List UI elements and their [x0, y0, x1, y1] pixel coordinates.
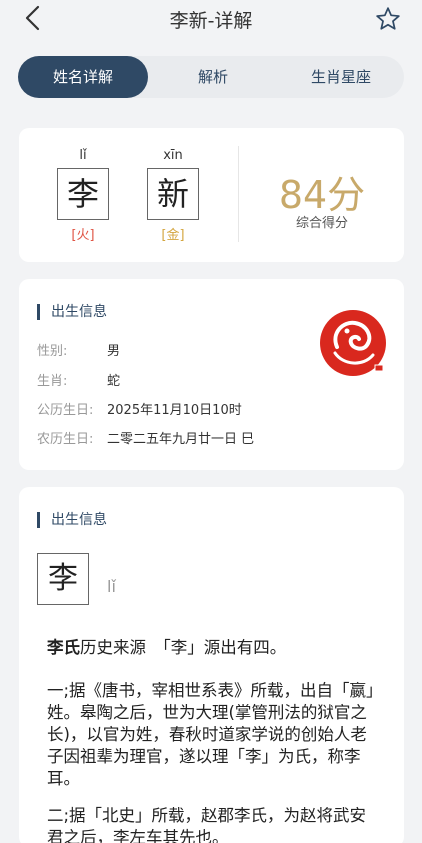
- favorite-button[interactable]: [372, 3, 404, 35]
- info-row-lunar-birthday: 农历生日: 二零二五年九月廿一日 巳: [37, 431, 254, 449]
- snake-zodiac-seal-icon: [320, 310, 386, 376]
- score-label: 综合得分: [295, 216, 348, 231]
- name-char: 李: [57, 168, 109, 220]
- name-char: 新: [147, 168, 199, 220]
- tab-zodiac[interactable]: 生肖星座: [278, 56, 404, 98]
- surname-history-card: 出生信息 李 lǐ 李氏历史来源 「李」源出有四。 一;据《唐书，宰相世系表》所…: [19, 487, 404, 843]
- info-value: 男: [107, 344, 121, 359]
- divider: [238, 146, 239, 242]
- surname-pinyin: lǐ: [107, 577, 116, 596]
- section-title: 出生信息: [37, 303, 107, 321]
- info-label: 公历生日:: [37, 403, 94, 418]
- info-label: 生肖:: [37, 374, 68, 389]
- char-element: [金]: [161, 228, 185, 243]
- tab-bar: 姓名详解 解析 生肖星座: [18, 56, 404, 98]
- info-label: 农历生日:: [37, 432, 94, 447]
- info-label: 性别:: [37, 344, 68, 359]
- char-pinyin: lǐ: [79, 148, 87, 163]
- info-row-gender: 性别: 男: [37, 343, 120, 361]
- surname-char: 李: [37, 553, 89, 605]
- tab-name-details[interactable]: 姓名详解: [18, 56, 148, 98]
- section-title: 出生信息: [37, 511, 107, 529]
- info-value: 二零二五年九月廿一日 巳: [107, 432, 255, 447]
- history-paragraph: 一;据《唐书，宰相世系表》所载，出自「嬴」姓。皋陶之后，世为大理(掌管刑法的狱官…: [47, 681, 375, 788]
- char-element: [火]: [71, 228, 95, 243]
- history-heading: 李氏历史来源 「李」源出有四。: [47, 637, 377, 659]
- page-title: 李新-详解: [169, 10, 253, 32]
- surname-label: 李氏: [47, 638, 80, 657]
- char-pinyin: xīn: [163, 148, 183, 163]
- history-heading-text: 历史来源 「李」源出有四。: [80, 638, 287, 657]
- top-bar: 李新-详解: [0, 0, 422, 38]
- birth-info-card: 出生信息 性别: 男 生肖: 蛇 公历生日: 2025年11月10日10时 农历生日:…: [19, 279, 404, 470]
- tab-analysis[interactable]: 解析: [148, 56, 278, 98]
- total-score: 84分: [278, 173, 366, 217]
- history-paragraph: 二;据「北史」所载，赵郡李氏，为赵将武安君之后，李左车其先也。: [47, 806, 367, 843]
- star-outline-icon: [376, 7, 400, 30]
- info-value: 2025年11月10日10时: [107, 403, 242, 418]
- info-value: 蛇: [107, 374, 121, 389]
- info-row-solar-birthday: 公历生日: 2025年11月10日10时: [37, 402, 242, 420]
- info-row-zodiac: 生肖: 蛇: [37, 373, 120, 391]
- score-card: lǐ 李 [火] xīn 新 [金] 84分 综合得分: [19, 128, 404, 262]
